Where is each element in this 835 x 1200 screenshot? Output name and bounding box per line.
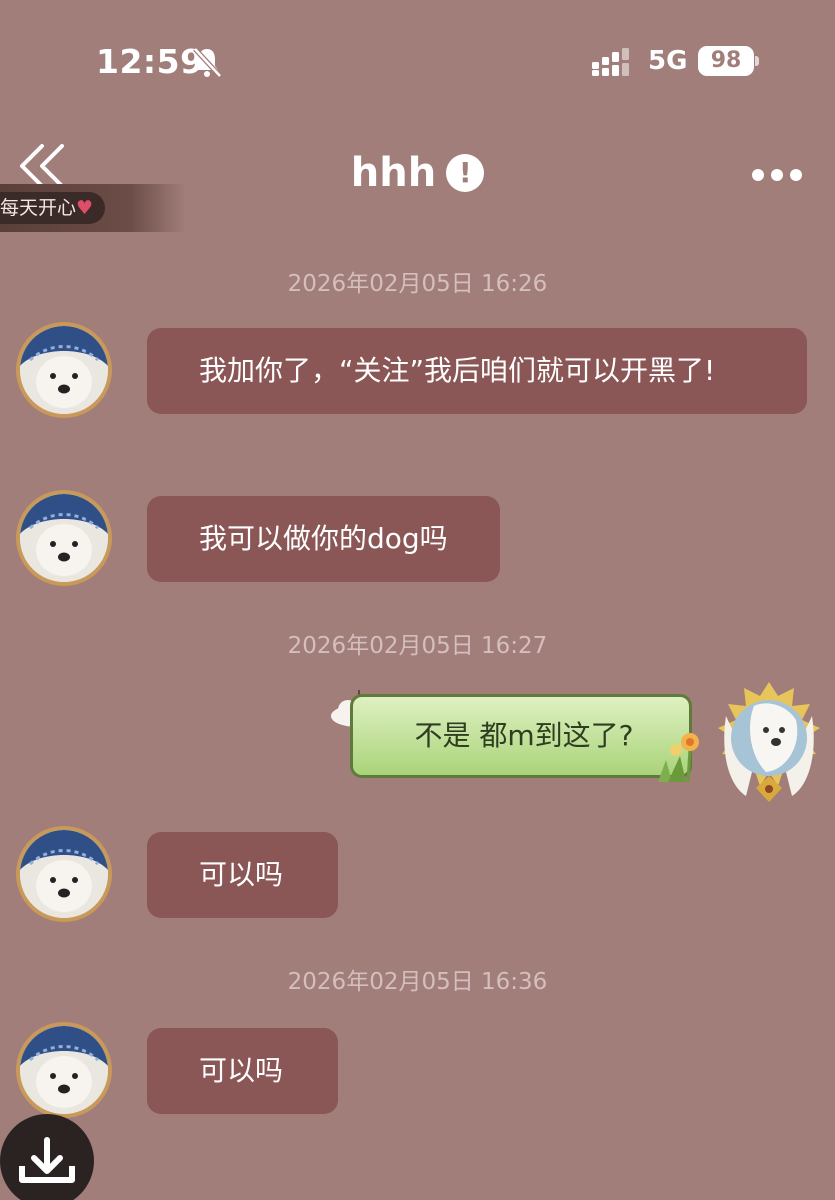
mood-status[interactable]: 每天开心♥ xyxy=(0,192,106,224)
dog-avatar-image xyxy=(20,1026,108,1114)
network-type: 5G xyxy=(648,46,688,76)
my-message-bubble[interactable]: 不是 都m到这了? xyxy=(350,694,692,778)
message-text: 我可以做你的dog吗 xyxy=(199,522,448,555)
timestamp: 2026年02月05日 16:26 xyxy=(287,271,548,297)
bell-muted-icon xyxy=(193,47,222,78)
chat-title: hhh xyxy=(350,150,437,196)
contact-avatar[interactable] xyxy=(16,826,112,922)
dog-avatar-image xyxy=(20,326,108,414)
timestamp: 2026年02月05日 16:36 xyxy=(287,969,548,995)
message-text: 可以吗 xyxy=(199,1054,284,1087)
status-bar: 12:59 5G 98 xyxy=(0,0,835,120)
dog-avatar-image xyxy=(20,830,108,918)
message-text: 我加你了，“关注”我后咱们就可以开黑了! xyxy=(199,354,716,387)
download-icon xyxy=(19,1137,75,1183)
my-avatar[interactable] xyxy=(706,676,832,806)
dog-avatar-image xyxy=(20,494,108,582)
status-time: 12:59 xyxy=(96,42,204,81)
message-text: 可以吗 xyxy=(199,858,284,891)
more-dots-icon xyxy=(752,166,809,185)
message-bubble[interactable]: 可以吗 xyxy=(147,1028,338,1114)
message-bubble[interactable]: 可以吗 xyxy=(147,832,338,918)
battery-cap xyxy=(755,56,759,66)
signal-icon xyxy=(592,48,629,76)
heart-icon: ♥ xyxy=(76,197,94,219)
flower-decoration-icon xyxy=(658,733,699,783)
contact-avatar[interactable] xyxy=(16,490,112,586)
download-button[interactable] xyxy=(0,1114,94,1200)
more-options-button[interactable] xyxy=(752,166,810,190)
message-bubble[interactable]: 我加你了，“关注”我后咱们就可以开黑了! xyxy=(147,328,807,414)
mood-text: 每天开心 xyxy=(0,197,77,219)
timestamp: 2026年02月05日 16:27 xyxy=(287,633,548,659)
battery-level: 98 xyxy=(698,46,754,76)
warning-icon[interactable]: ! xyxy=(446,154,485,192)
contact-avatar[interactable] xyxy=(16,322,112,418)
message-bubble[interactable]: 我可以做你的dog吗 xyxy=(147,496,500,582)
message-text: 不是 都m到这了? xyxy=(414,719,634,752)
contact-avatar[interactable] xyxy=(16,1022,112,1118)
